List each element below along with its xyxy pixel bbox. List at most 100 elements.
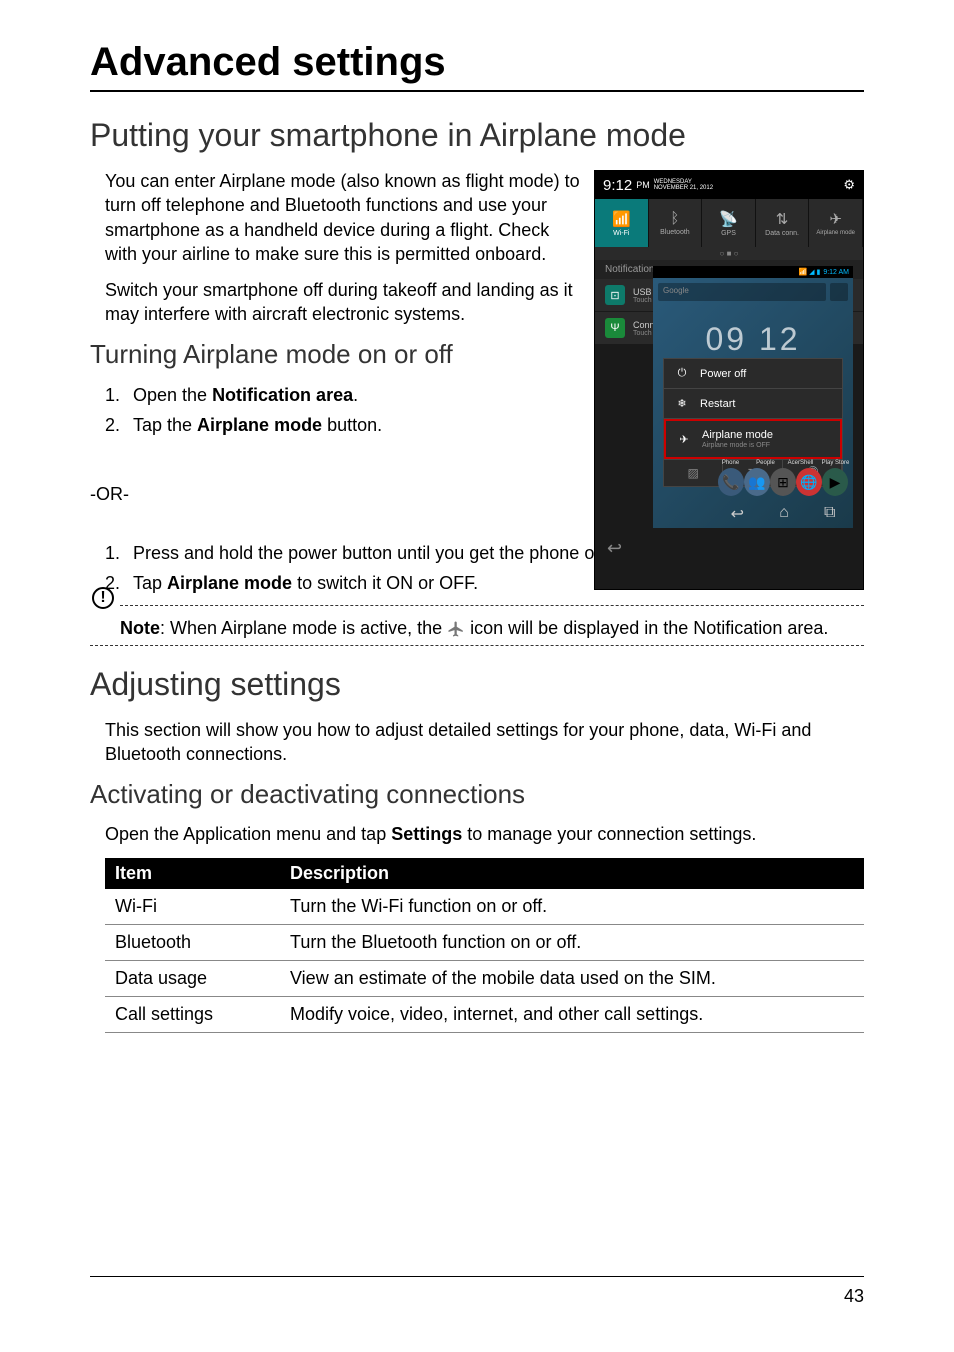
quick-settings-panel: 📶 Wi-Fi ᛒ Bluetooth 📡 GPS ⇅ Data conn. ✈… [595, 199, 863, 247]
table-header-description: Description [280, 858, 864, 889]
step2-prefix: Tap the [133, 415, 197, 435]
page-title: Advanced settings [90, 40, 864, 85]
restart-icon: ❄ [674, 397, 690, 410]
phone-dock: 📞 👥 ⊞ 🌐 ▶ [713, 468, 853, 496]
restart-label: Restart [700, 398, 735, 410]
table-cell-item: Data usage [105, 960, 280, 996]
table-cell-item: Bluetooth [105, 924, 280, 960]
overlay-statusbar: 📶 ◢ ▮ 9:12 AM [653, 266, 853, 278]
table-cell-desc: Turn the Bluetooth function on or off. [280, 924, 864, 960]
activating-connections-title: Activating or deactivating connections [90, 779, 864, 810]
qs-bluetooth[interactable]: ᛒ Bluetooth [649, 199, 703, 247]
notif-title: Conn [633, 320, 655, 330]
back-icon[interactable]: ↩ [607, 538, 622, 559]
step1-suffix: . [353, 385, 358, 405]
note-prefix: : When Airplane mode is active, the [160, 618, 447, 638]
alt2-suffix: to switch it ON or OFF. [292, 573, 478, 593]
search-bar[interactable]: Google [653, 278, 853, 306]
table-cell-item: Call settings [105, 996, 280, 1032]
airplane-label: Airplane mode [702, 429, 773, 441]
apps-icon[interactable]: ⊞ [770, 468, 796, 496]
phone-icon[interactable]: 📞 [718, 468, 744, 496]
play-icon[interactable]: ▶ [822, 468, 848, 496]
airplane-icon [447, 620, 465, 638]
airplane-intro-para1: You can enter Airplane mode (also known … [105, 169, 585, 266]
notif-sub: Touch [633, 330, 655, 337]
qs-gps[interactable]: 📡 GPS [702, 199, 756, 247]
airplane-sub: Airplane mode is OFF [702, 442, 773, 449]
table-header-row: Item Description [105, 858, 864, 889]
people-icon[interactable]: 👥 [744, 468, 770, 496]
qs-label: Wi-Fi [613, 230, 629, 237]
table-row: Wi-Fi Turn the Wi-Fi function on or off. [105, 889, 864, 925]
table-cell-desc: Modify voice, video, internet, and other… [280, 996, 864, 1032]
phone-screenshot: 9:12 PM WEDNESDAYNOVEMBER 21, 2012 ⚙ 📶 W… [594, 170, 864, 590]
recent-icon[interactable]: ⧉ [824, 504, 835, 524]
table-row: Bluetooth Turn the Bluetooth function on… [105, 924, 864, 960]
airplane-intro-para2: Switch your smartphone off during takeof… [105, 278, 585, 327]
clock-widget: 09 12 [653, 321, 853, 358]
wifi-icon: 📶 ◢ ▮ [798, 268, 820, 276]
home-icon[interactable]: ⌂ [779, 504, 789, 524]
browser-icon[interactable]: 🌐 [796, 468, 822, 496]
warning-icon: ! [92, 587, 114, 609]
wifi-icon: 📶 [612, 210, 631, 228]
page-number: 43 [844, 1286, 864, 1307]
step1-prefix: Open the [133, 385, 212, 405]
airplane-icon: ✈ [676, 433, 692, 446]
step2-suffix: button. [322, 415, 382, 435]
power-icon: ⏻ [674, 367, 690, 380]
bluetooth-icon: ᛒ [670, 210, 679, 227]
statusbar-time: 9:12 [603, 177, 632, 194]
step1-bold: Notification area [212, 385, 353, 405]
dock-labels: Phone People AcerShell Play Store [713, 460, 853, 466]
connected-icon: Ψ [605, 318, 625, 338]
mic-icon[interactable] [830, 283, 848, 301]
statusbar-ampm: PM [636, 180, 650, 190]
section-airplane-title: Putting your smartphone in Airplane mode [90, 117, 864, 154]
act-bold: Settings [391, 824, 462, 844]
note-container: ! Note: When Airplane mode is active, th… [90, 605, 864, 646]
adjusting-intro: This section will show you how to adjust… [105, 718, 864, 767]
alt2-prefix: Tap [133, 573, 167, 593]
connection-settings-table: Item Description Wi-Fi Turn the Wi-Fi fu… [105, 858, 864, 1033]
airplane-icon: ✈ [829, 210, 842, 228]
usb-icon: ⊡ [605, 285, 625, 305]
note-label: Note [120, 618, 160, 638]
overlay-time: 9:12 AM [823, 269, 849, 276]
airplane-mode-item[interactable]: ✈ Airplane mode Airplane mode is OFF [664, 419, 842, 459]
qs-data[interactable]: ⇅ Data conn. [756, 199, 810, 247]
act-suffix: to manage your connection settings. [462, 824, 756, 844]
activating-intro: Open the Application menu and tap Settin… [105, 822, 864, 846]
data-icon: ⇅ [776, 210, 789, 228]
phone-home-overlay: 📶 ◢ ▮ 9:12 AM Google 09 12 ⏻ Power off ❄… [653, 266, 853, 528]
title-underline [90, 90, 864, 92]
table-row: Call settings Modify voice, video, inter… [105, 996, 864, 1032]
statusbar-settings-icon: ⚙ [843, 177, 855, 193]
gps-icon: 📡 [719, 210, 738, 228]
phone-navbar: ↩ ⌂ ⧉ [713, 504, 853, 524]
alt2-bold: Airplane mode [167, 573, 292, 593]
step2-bold: Airplane mode [197, 415, 322, 435]
table-row: Data usage View an estimate of the mobil… [105, 960, 864, 996]
section-adjusting-title: Adjusting settings [90, 666, 864, 703]
back-icon[interactable]: ↩ [731, 504, 744, 524]
qs-label: Airplane mode [816, 230, 855, 236]
qs-label: Data conn. [765, 230, 799, 237]
power-label: Power off [700, 368, 746, 380]
qs-page-dots: ○ ■ ○ [595, 247, 863, 260]
table-header-item: Item [105, 858, 280, 889]
table-cell-item: Wi-Fi [105, 889, 280, 925]
power-off-item[interactable]: ⏻ Power off [664, 359, 842, 389]
footer-line [90, 1276, 864, 1277]
note-text: Note: When Airplane mode is active, the … [120, 616, 864, 640]
qs-label: GPS [721, 230, 736, 237]
restart-item[interactable]: ❄ Restart [664, 389, 842, 419]
qs-wifi[interactable]: 📶 Wi-Fi [595, 199, 649, 247]
qs-airplane[interactable]: ✈ Airplane mode [809, 199, 863, 247]
search-input[interactable]: Google [658, 283, 826, 301]
qs-label: Bluetooth [660, 229, 690, 236]
table-cell-desc: View an estimate of the mobile data used… [280, 960, 864, 996]
table-cell-desc: Turn the Wi-Fi function on or off. [280, 889, 864, 925]
statusbar-date: WEDNESDAYNOVEMBER 21, 2012 [654, 179, 713, 191]
